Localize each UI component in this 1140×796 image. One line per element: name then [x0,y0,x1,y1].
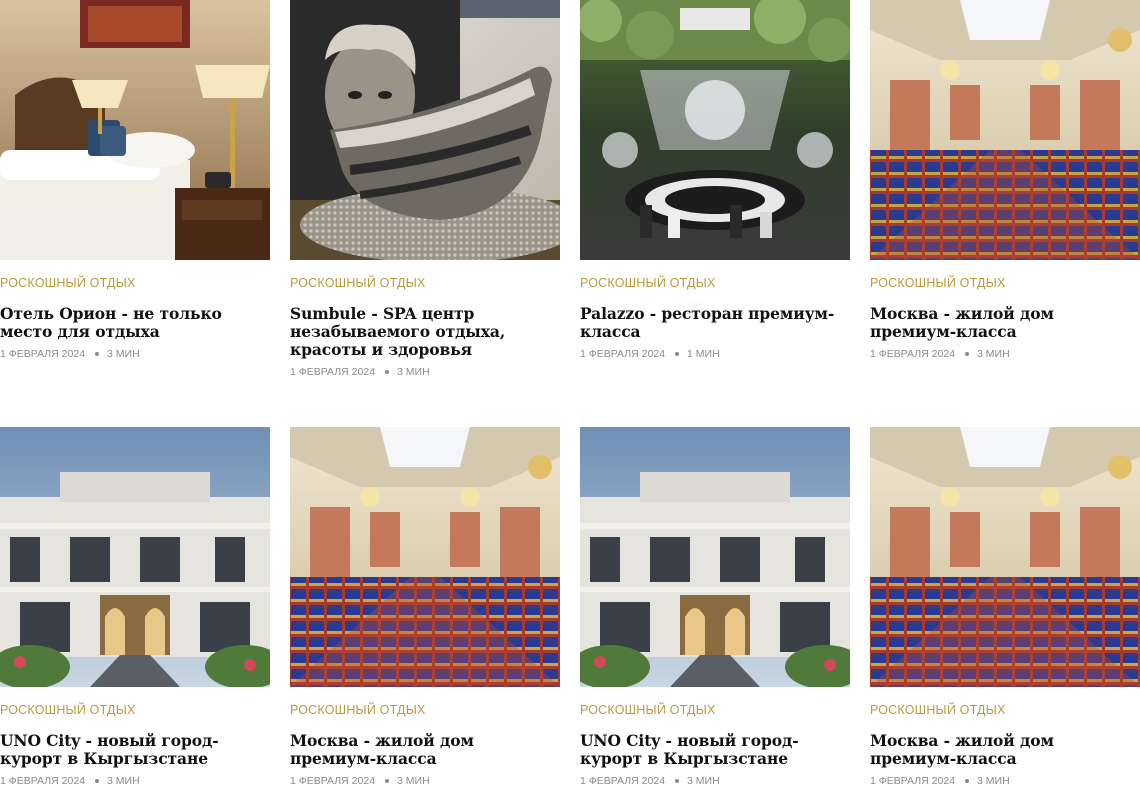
article-date: 1 ФЕВРАЛЯ 2024 [580,348,666,360]
article-meta: 1 ФЕВРАЛЯ 2024 3 МИН [580,774,850,788]
article-read-time: 3 МИН [397,775,430,787]
article-thumbnail[interactable] [0,427,270,687]
article-card[interactable]: РОСКОШНЫЙ ОТДЫХ Sumbule - SPA центр неза… [290,0,560,427]
article-category-link[interactable]: РОСКОШНЫЙ ОТДЫХ [870,703,1140,717]
article-title-link[interactable]: Sumbule - SPA центр незабываемого отдыха… [290,305,560,359]
meta-separator-dot [95,779,100,783]
article-thumbnail[interactable] [290,427,560,687]
article-meta: 1 ФЕВРАЛЯ 2024 3 МИН [290,774,560,788]
article-card[interactable]: РОСКОШНЫЙ ОТДЫХ Отель Орион - не только … [0,0,270,427]
article-category-link[interactable]: РОСКОШНЫЙ ОТДЫХ [0,276,270,290]
article-date: 1 ФЕВРАЛЯ 2024 [580,775,666,787]
article-title-link[interactable]: Москва - жилой дом премиум-класса [870,305,1140,341]
meta-separator-dot [675,352,680,356]
article-read-time: 3 МИН [107,775,140,787]
article-meta: 1 ФЕВРАЛЯ 2024 3 МИН [870,774,1140,788]
article-read-time: 3 МИН [977,775,1010,787]
article-read-time: 3 МИН [977,348,1010,360]
meta-separator-dot [385,779,390,783]
conference-hall-image [870,427,1140,687]
building-facade-image [580,427,850,687]
article-category-link[interactable]: РОСКОШНЫЙ ОТДЫХ [870,276,1140,290]
article-title-link[interactable]: Москва - жилой дом премиум-класса [290,732,560,768]
article-category-link[interactable]: РОСКОШНЫЙ ОТДЫХ [580,276,850,290]
article-meta: 1 ФЕВРАЛЯ 2024 3 МИН [870,347,1140,361]
article-read-time: 1 МИН [687,348,720,360]
conference-hall-image [290,427,560,687]
article-title-link[interactable]: UNO City - новый город-курорт в Кыргызст… [0,732,270,768]
conference-hall-image [870,0,1140,260]
article-meta: 1 ФЕВРАЛЯ 2024 1 МИН [580,347,850,361]
restaurant-hall-image [580,0,850,260]
article-grid: РОСКОШНЫЙ ОТДЫХ Отель Орион - не только … [0,0,1140,796]
article-thumbnail[interactable] [0,0,270,260]
building-facade-image [0,427,270,687]
meta-separator-dot [95,352,100,356]
meta-separator-dot [965,352,970,356]
article-date: 1 ФЕВРАЛЯ 2024 [0,348,86,360]
article-card[interactable]: РОСКОШНЫЙ ОТДЫХ Palazzo - ресторан преми… [580,0,850,427]
article-thumbnail[interactable] [580,427,850,687]
meta-separator-dot [965,779,970,783]
article-read-time: 3 МИН [687,775,720,787]
article-card[interactable]: РОСКОШНЫЙ ОТДЫХ Москва - жилой дом преми… [290,427,560,796]
article-date: 1 ФЕВРАЛЯ 2024 [290,366,376,378]
article-meta: 1 ФЕВРАЛЯ 2024 3 МИН [0,347,270,361]
article-thumbnail[interactable] [870,427,1140,687]
article-meta: 1 ФЕВРАЛЯ 2024 3 МИН [290,365,560,379]
article-thumbnail[interactable] [580,0,850,260]
spa-bathtub-image [290,0,560,260]
meta-separator-dot [675,779,680,783]
article-title-link[interactable]: Palazzo - ресторан премиум-класса [580,305,850,341]
article-read-time: 3 МИН [107,348,140,360]
article-read-time: 3 МИН [397,366,430,378]
article-category-link[interactable]: РОСКОШНЫЙ ОТДЫХ [290,276,560,290]
article-card[interactable]: РОСКОШНЫЙ ОТДЫХ UNO City - новый город-к… [0,427,270,796]
article-category-link[interactable]: РОСКОШНЫЙ ОТДЫХ [580,703,850,717]
article-category-link[interactable]: РОСКОШНЫЙ ОТДЫХ [290,703,560,717]
hotel-bedroom-image [0,0,270,260]
article-date: 1 ФЕВРАЛЯ 2024 [290,775,376,787]
article-thumbnail[interactable] [290,0,560,260]
meta-separator-dot [385,370,390,374]
article-card[interactable]: РОСКОШНЫЙ ОТДЫХ Москва - жилой дом преми… [870,427,1140,796]
article-meta: 1 ФЕВРАЛЯ 2024 3 МИН [0,774,270,788]
article-category-link[interactable]: РОСКОШНЫЙ ОТДЫХ [0,703,270,717]
article-thumbnail[interactable] [870,0,1140,260]
article-date: 1 ФЕВРАЛЯ 2024 [0,775,86,787]
article-title-link[interactable]: UNO City - новый город-курорт в Кыргызст… [580,732,850,768]
article-card[interactable]: РОСКОШНЫЙ ОТДЫХ Москва - жилой дом преми… [870,0,1140,427]
article-date: 1 ФЕВРАЛЯ 2024 [870,775,956,787]
article-title-link[interactable]: Москва - жилой дом премиум-класса [870,732,1140,768]
article-card[interactable]: РОСКОШНЫЙ ОТДЫХ UNO City - новый город-к… [580,427,850,796]
article-title-link[interactable]: Отель Орион - не только место для отдыха [0,305,270,341]
article-date: 1 ФЕВРАЛЯ 2024 [870,348,956,360]
